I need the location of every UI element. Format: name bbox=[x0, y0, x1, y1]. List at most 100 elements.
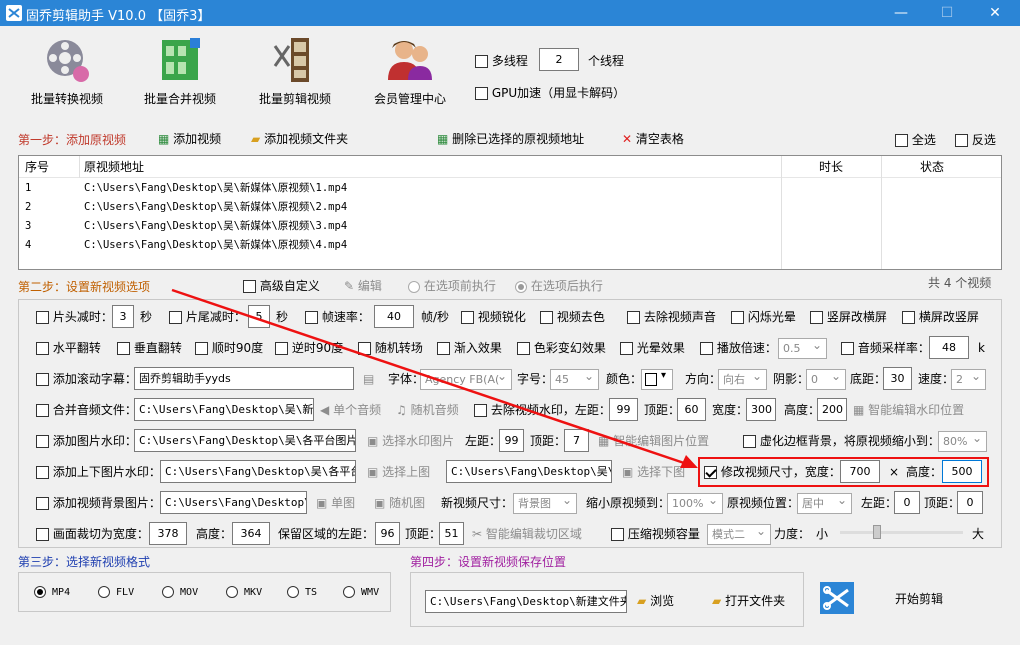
bg-image-option[interactable]: 添加视频背景图片： bbox=[36, 495, 161, 511]
delete-selected-button[interactable]: ▦ 删除已选择的原视频地址 bbox=[437, 131, 584, 147]
image-watermark-path[interactable]: C:\Users\Fang\Desktop\吴\各平台图片及 bbox=[134, 429, 356, 452]
sample-rate-checkbox[interactable] bbox=[841, 342, 854, 355]
flash-checkbox[interactable] bbox=[731, 311, 744, 324]
watermark-width-input[interactable]: 300 bbox=[746, 398, 776, 421]
watermark-left-input[interactable]: 99 bbox=[609, 398, 638, 421]
color-picker[interactable]: ▾ bbox=[641, 369, 673, 390]
sharpen-checkbox[interactable] bbox=[461, 311, 474, 324]
tail-cut-input[interactable]: 5 bbox=[248, 305, 270, 328]
scissors-icon[interactable] bbox=[820, 582, 854, 614]
open-folder-button[interactable]: ▰ 打开文件夹 bbox=[712, 593, 785, 609]
single-audio-button[interactable]: ◀ 单个音频 bbox=[320, 402, 381, 418]
batch-convert-button[interactable]: 批量转换视频 bbox=[17, 32, 117, 112]
smart-image-button[interactable]: ▦ 智能编辑图片位置 bbox=[598, 433, 709, 449]
watermark-height-input[interactable]: 200 bbox=[817, 398, 847, 421]
advanced-checkbox[interactable] bbox=[243, 280, 256, 293]
smart-watermark-button[interactable]: ▦ 智能编辑水印位置 bbox=[853, 402, 964, 418]
minimize-button[interactable]: — bbox=[878, 0, 924, 26]
bg-left-input[interactable]: 0 bbox=[894, 491, 920, 514]
image-left-input[interactable]: 99 bbox=[499, 429, 524, 452]
decolor-checkbox[interactable] bbox=[540, 311, 553, 324]
video-table[interactable]: 序号 原视频地址 时长 状态 1 C:\Users\Fang\Desktop\吴\… bbox=[18, 155, 1002, 270]
format-mp4[interactable]: MP4 bbox=[34, 585, 70, 601]
format-mkv[interactable]: MKV bbox=[226, 585, 262, 601]
decolor-option[interactable]: 视频去色 bbox=[540, 309, 605, 325]
merge-audio-checkbox[interactable] bbox=[36, 404, 49, 417]
image-top-input[interactable]: 7 bbox=[564, 429, 589, 452]
vflip-checkbox[interactable] bbox=[117, 342, 130, 355]
size-select[interactable]: 45 bbox=[550, 369, 599, 390]
remove-watermark-checkbox[interactable] bbox=[474, 404, 487, 417]
fps-option[interactable]: 帧速率： bbox=[305, 309, 370, 325]
batch-edit-button[interactable]: 批量剪辑视频 bbox=[245, 32, 345, 112]
bg-image-path[interactable]: C:\Users\Fang\Desktop\吴 bbox=[160, 491, 307, 514]
subtitle-input[interactable]: 固乔剪辑助手yyds bbox=[134, 367, 354, 390]
batch-merge-button[interactable]: 批量合并视频 bbox=[130, 32, 230, 112]
merge-audio-option[interactable]: 合并音频文件： bbox=[36, 402, 137, 418]
table-row[interactable]: 3 C:\Users\Fang\Desktop\吴\新媒体\原视频\3.mp4 bbox=[19, 217, 1001, 236]
new-size-select[interactable]: 背景图 bbox=[513, 493, 577, 514]
color-flicker-option[interactable]: 色彩变幻效果 bbox=[517, 340, 606, 356]
merge-audio-path[interactable]: C:\Users\Fang\Desktop\吴\新媒体 bbox=[134, 398, 314, 421]
smart-crop-button[interactable]: ✂ 智能编辑裁切区域 bbox=[472, 526, 582, 542]
tail-cut-checkbox[interactable] bbox=[169, 311, 182, 324]
flash-option[interactable]: 闪烁光晕 bbox=[731, 309, 796, 325]
close-button[interactable]: ✕ bbox=[972, 0, 1018, 26]
h2v-checkbox[interactable] bbox=[902, 311, 915, 324]
browse-button[interactable]: ▰ 浏览 bbox=[637, 593, 674, 609]
top-image-path[interactable]: C:\Users\Fang\Desktop\吴\各平台图 bbox=[160, 460, 356, 483]
mkv-radio[interactable] bbox=[226, 586, 238, 598]
bottom-image-path[interactable]: C:\Users\Fang\Desktop\吴\各 bbox=[446, 460, 612, 483]
subtitle-edit-icon[interactable]: ▤ bbox=[363, 371, 374, 387]
image-watermark-option[interactable]: 添加图片水印： bbox=[36, 433, 137, 449]
select-all-option[interactable]: 全选 bbox=[895, 132, 936, 148]
format-mov[interactable]: MOV bbox=[162, 585, 198, 601]
thread-count-input[interactable]: 2 bbox=[539, 48, 579, 71]
after-radio[interactable] bbox=[515, 280, 527, 293]
cw90-option[interactable]: 顺时90度 bbox=[195, 340, 263, 356]
edit-button[interactable]: ✎ 编辑 bbox=[344, 278, 382, 294]
bg-image-checkbox[interactable] bbox=[36, 497, 49, 510]
updown-watermark-option[interactable]: 添加上下图片水印： bbox=[36, 464, 161, 480]
crop-top-input[interactable]: 51 bbox=[439, 522, 464, 545]
shrink-select[interactable]: 100% bbox=[667, 493, 723, 514]
choose-top-button[interactable]: ▣ 选择上图 bbox=[367, 464, 430, 480]
vflip-option[interactable]: 垂直翻转 bbox=[117, 340, 182, 356]
multithread-option[interactable]: 多线程 bbox=[475, 53, 528, 69]
crop-height-input[interactable]: 364 bbox=[232, 522, 270, 545]
start-edit-button[interactable]: 开始剪辑 bbox=[895, 591, 943, 607]
position-select[interactable]: 居中 bbox=[797, 493, 852, 514]
flv-radio[interactable] bbox=[98, 586, 110, 598]
gpu-option[interactable]: GPU加速（用显卡解码） bbox=[475, 85, 625, 101]
head-cut-input[interactable]: 3 bbox=[112, 305, 134, 328]
blur-option[interactable]: 虚化边框背景，将原视频缩小到： bbox=[743, 433, 940, 449]
remove-audio-checkbox[interactable] bbox=[627, 311, 640, 324]
strength-slider-thumb[interactable] bbox=[872, 525, 881, 539]
format-wmv[interactable]: WMV bbox=[343, 585, 379, 601]
fps-checkbox[interactable] bbox=[305, 311, 318, 324]
gpu-checkbox[interactable] bbox=[475, 87, 488, 100]
compress-option[interactable]: 压缩视频容量 bbox=[611, 526, 700, 542]
strength-slider-track[interactable] bbox=[840, 531, 963, 534]
choose-bottom-button[interactable]: ▣ 选择下图 bbox=[622, 464, 685, 480]
font-select[interactable]: Agency FB(A( bbox=[420, 369, 512, 390]
format-flv[interactable]: FLV bbox=[98, 585, 134, 601]
sharpen-option[interactable]: 视频锐化 bbox=[461, 309, 526, 325]
add-folder-button[interactable]: ▰ 添加视频文件夹 bbox=[251, 131, 348, 147]
before-option[interactable]: 在选项前执行 bbox=[408, 278, 496, 294]
tail-cut-option[interactable]: 片尾减时： bbox=[169, 309, 246, 325]
v2h-option[interactable]: 竖屏改横屏 bbox=[810, 309, 887, 325]
ts-radio[interactable] bbox=[287, 586, 299, 598]
updown-watermark-checkbox[interactable] bbox=[36, 466, 49, 479]
compress-checkbox[interactable] bbox=[611, 528, 624, 541]
before-radio[interactable] bbox=[408, 280, 420, 293]
ccw90-option[interactable]: 逆时90度 bbox=[275, 340, 343, 356]
subtitle-checkbox[interactable] bbox=[36, 373, 49, 386]
image-watermark-checkbox[interactable] bbox=[36, 435, 49, 448]
invert-checkbox[interactable] bbox=[955, 134, 968, 147]
mov-radio[interactable] bbox=[162, 586, 174, 598]
scroll-speed-select[interactable]: 2 bbox=[951, 369, 986, 390]
subtitle-option[interactable]: 添加滚动字幕： bbox=[36, 371, 137, 387]
sample-rate-option[interactable]: 音频采样率： bbox=[841, 340, 930, 356]
shadow-select[interactable]: 0 bbox=[806, 369, 846, 390]
